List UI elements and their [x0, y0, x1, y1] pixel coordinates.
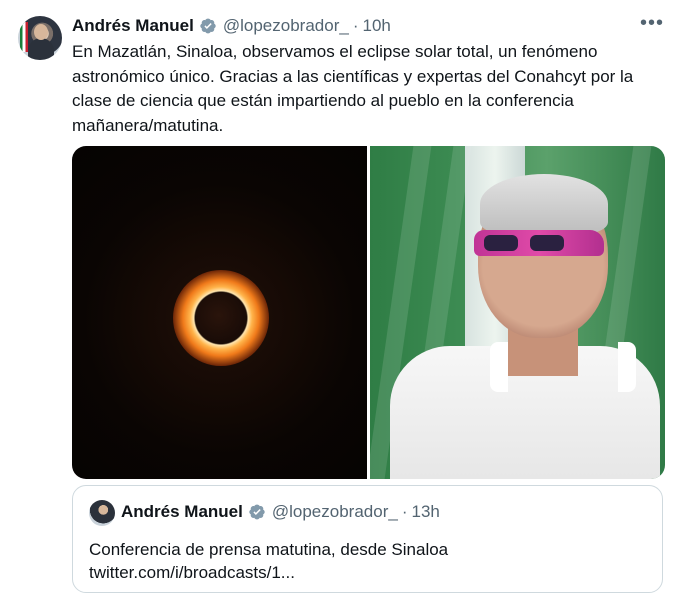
glasses-lens-left [484, 235, 518, 251]
quoted-tweet-body: Conferencia de prensa matutina, desde Si… [89, 538, 649, 584]
shirt-collar [490, 342, 636, 392]
quoted-tweet-header: Andrés Manuel @lopezobrador_ · 13h [121, 502, 440, 522]
avatar-body [28, 38, 54, 60]
separator-dot: · [352, 16, 359, 35]
tweet-media-grid [72, 146, 665, 479]
man-with-eclipse-glasses-photo[interactable] [370, 146, 665, 479]
quoted-tweet-card[interactable]: Andrés Manuel @lopezobrador_ · 13h Confe… [72, 485, 663, 593]
quoted-author-name[interactable]: Andrés Manuel [121, 502, 243, 522]
quoted-author-handle[interactable]: @lopezobrador_ [272, 502, 398, 522]
quoted-tweet-link[interactable]: twitter.com/i/broadcasts/1... [89, 561, 649, 584]
author-avatar[interactable] [18, 16, 62, 60]
eclipse-moon-disk [196, 293, 246, 343]
quoted-tweet-timestamp[interactable]: 13h [411, 502, 439, 522]
separator-dot: · [401, 502, 408, 521]
verified-badge-icon[interactable] [199, 17, 217, 35]
avatar-face [34, 24, 48, 40]
author-name[interactable]: Andrés Manuel [72, 16, 194, 36]
quoted-tweet-line: Conferencia de prensa matutina, desde Si… [89, 540, 449, 559]
gray-hair [480, 174, 608, 234]
eclipse-photo[interactable] [72, 146, 367, 479]
tweet-header: Andrés Manuel @lopezobrador_ · 10h [72, 14, 391, 38]
quoted-author-avatar[interactable] [89, 500, 115, 526]
author-handle[interactable]: @lopezobrador_ [223, 16, 349, 36]
avatar-flag [20, 22, 28, 52]
tweet-timestamp[interactable]: 10h [362, 16, 390, 36]
tweet-body: En Mazatlán, Sinaloa, observamos el ecli… [72, 42, 634, 135]
verified-badge-icon[interactable] [248, 503, 266, 521]
glasses-lens-right [530, 235, 564, 251]
more-options-icon[interactable]: ••• [640, 12, 664, 35]
